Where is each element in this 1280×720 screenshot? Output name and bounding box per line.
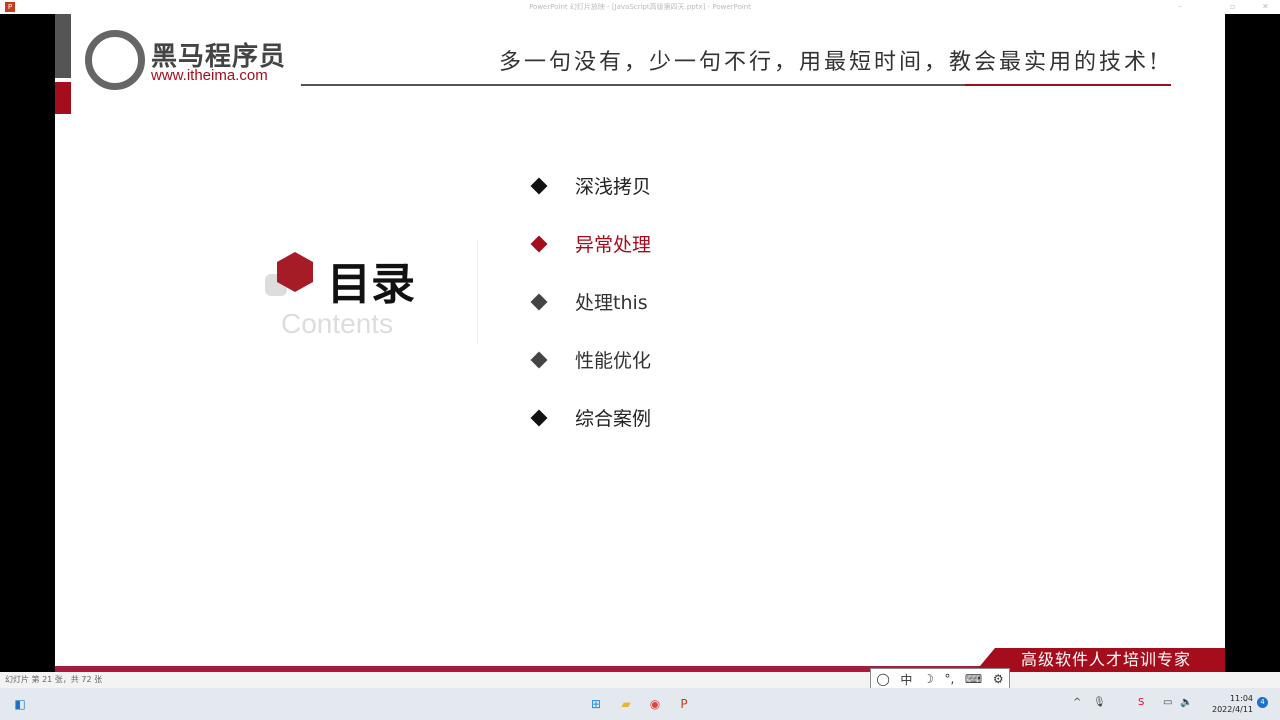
volume-icon[interactable]: 🔈	[1180, 697, 1192, 708]
status-bar: 幻灯片 第 21 张，共 72 张	[0, 672, 1280, 688]
toc-title: 目录	[327, 259, 415, 310]
powerpoint-taskbar-icon[interactable]: P	[676, 696, 692, 712]
time: 11:04	[1229, 694, 1254, 703]
toc-item-label: 综合案例	[575, 408, 652, 430]
close-button[interactable]: ✕	[1262, 0, 1269, 14]
diamond-bullet-icon	[530, 293, 548, 310]
slogan: 多一句没有，少一句不行，用最短时间，教会最实用的技术!	[499, 50, 1161, 75]
restore-button[interactable]: ▫	[1230, 0, 1235, 14]
decor-bar-red	[55, 82, 71, 114]
toc-item: 综合案例	[530, 404, 652, 431]
moon-icon[interactable]: ☽	[923, 672, 934, 686]
minimize-button[interactable]: –	[1178, 0, 1182, 14]
ime-toolbar[interactable]: ◯ 中 ☽ °, ⌨ ⚙	[870, 668, 1010, 690]
date: 2022/4/11	[1212, 705, 1254, 714]
diamond-bullet-icon	[530, 351, 548, 368]
toc-item-label: 异常处理	[575, 234, 652, 256]
sogou-icon[interactable]: S	[1138, 697, 1144, 708]
diamond-bullet-icon	[530, 409, 548, 426]
network-icon[interactable]: ▭	[1163, 697, 1172, 708]
file-explorer-icon[interactable]: ▰	[618, 696, 634, 712]
decor-bar	[55, 14, 71, 78]
gear-icon[interactable]: ⚙	[993, 672, 1004, 686]
task-view-icon[interactable]: ◧	[12, 696, 28, 712]
header-divider-accent	[965, 84, 1171, 86]
diamond-bullet-icon	[530, 177, 548, 194]
toc-item-label: 性能优化	[575, 350, 652, 372]
window-title: PowerPoint 幻灯片放映 - [JavaScript高级第四天.pptx…	[529, 3, 751, 11]
clock[interactable]: 11:04 2022/4/11	[1212, 693, 1253, 715]
logo-url: www.itheima.com	[151, 67, 268, 84]
powerpoint-icon: P	[5, 2, 15, 12]
chrome-icon[interactable]: ◉	[647, 696, 663, 712]
taskbar: ◧ ⊞ ▰ ◉ P ^ 🎙 S ▭ 🔈 11:04 2022/4/11 4	[0, 688, 1280, 720]
toc-subtitle: Contents	[281, 308, 394, 339]
diamond-bullet-icon	[530, 235, 548, 252]
footer-tagline: 高级软件人才培训专家	[975, 648, 1225, 672]
notification-badge[interactable]: 4	[1257, 697, 1268, 708]
start-icon[interactable]: ⊞	[588, 696, 604, 712]
keyboard-icon[interactable]: ⌨	[965, 672, 982, 686]
toc-item: 处理this	[530, 288, 648, 315]
chevron-up-icon[interactable]: ^	[1073, 697, 1081, 708]
toc-item: 深浅拷贝	[530, 172, 652, 199]
horse-logo-icon	[85, 30, 145, 90]
punctuation-icon[interactable]: °,	[944, 672, 954, 686]
slide-count: 幻灯片 第 21 张，共 72 张	[5, 675, 103, 684]
toc-item-label: 处理this	[575, 292, 648, 314]
slide[interactable]: 黑马程序员 www.itheima.com 多一句没有，少一句不行，用最短时间，…	[55, 14, 1225, 672]
toc-item: 性能优化	[530, 346, 652, 373]
ime-logo-icon[interactable]: ◯	[876, 672, 889, 686]
ime-mode-toggle[interactable]: 中	[900, 671, 912, 688]
microphone-icon[interactable]: 🎙	[1093, 697, 1106, 708]
toc-item-label: 深浅拷贝	[575, 176, 652, 198]
title-bar: P PowerPoint 幻灯片放映 - [JavaScript高级第四天.pp…	[0, 0, 1280, 14]
divider	[477, 240, 478, 344]
toc-item-active: 异常处理	[530, 230, 652, 257]
